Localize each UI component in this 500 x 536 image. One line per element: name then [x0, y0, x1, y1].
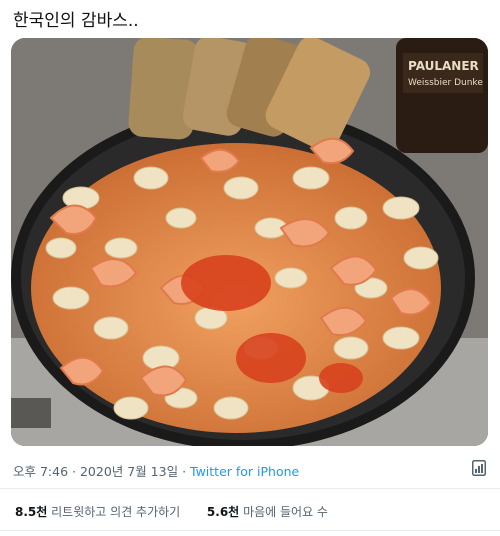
- bottle-label-brand: PAULANER: [408, 59, 479, 73]
- beer-bottle: PAULANER Weissbier Dunke: [396, 38, 488, 153]
- tweet-text: 한국인의 감바스..: [13, 11, 139, 31]
- likes-label: 마음에 들어요 수: [243, 505, 328, 519]
- divider: [0, 488, 500, 489]
- meta-separator: ·: [178, 464, 191, 479]
- retweets-count: 8.5천: [15, 505, 48, 519]
- tweet-source[interactable]: Twitter for iPhone: [190, 464, 299, 479]
- bottle-label-type: Weissbier Dunke: [408, 78, 483, 88]
- tweet-meta: 오후 7:46 · 2020년 7월 13일 · Twitter for iPh…: [13, 461, 299, 480]
- tweet-stats: 8.5천 리트윗하고 의견 추가하기 5.6천 마음에 들어요 수: [15, 503, 328, 520]
- likes-count: 5.6천: [206, 505, 240, 519]
- retweets-label: 리트윗하고 의견 추가하기: [51, 505, 181, 519]
- retweets-stat[interactable]: 8.5천 리트윗하고 의견 추가하기: [15, 505, 180, 519]
- tweet-timestamp[interactable]: 오후 7:46 · 2020년 7월 13일: [13, 464, 178, 479]
- likes-stat[interactable]: 5.6천 마음에 들어요 수: [207, 505, 328, 519]
- tweet-photo[interactable]: PAULANER Weissbier Dunke: [11, 38, 488, 446]
- analytics-icon[interactable]: [472, 460, 486, 476]
- divider: [0, 530, 500, 531]
